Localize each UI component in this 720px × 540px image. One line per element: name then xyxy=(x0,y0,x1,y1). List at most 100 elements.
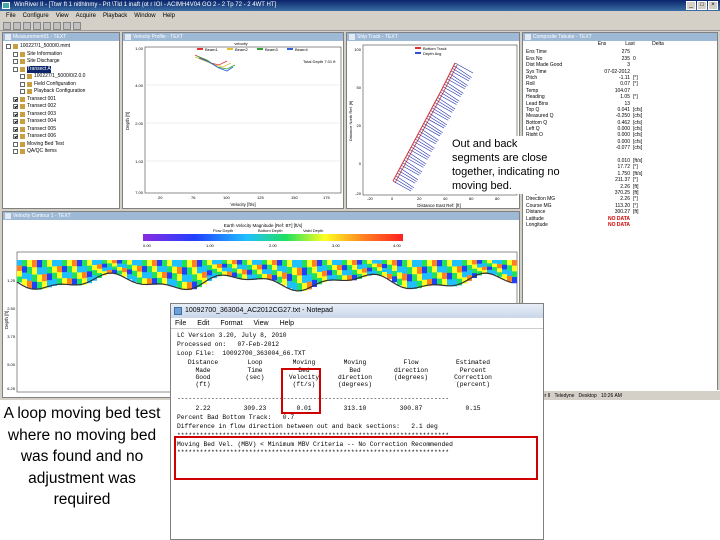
tree-item[interactable]: Transect A xyxy=(6,65,116,73)
menu-file[interactable]: File xyxy=(6,11,16,21)
xtick: 175 xyxy=(323,195,330,200)
tree-item[interactable]: Transect 002 xyxy=(6,103,116,111)
contour-cell xyxy=(307,267,312,275)
tree-item[interactable]: Field Configuration xyxy=(6,81,116,89)
tree-checkbox[interactable] xyxy=(20,81,25,87)
contour-cell xyxy=(222,260,227,265)
contour-cell xyxy=(197,266,202,274)
notepad-menu-file[interactable]: File xyxy=(175,318,186,328)
tree-checkbox[interactable] xyxy=(13,111,18,117)
minimize-button[interactable]: _ xyxy=(686,1,696,10)
taskbar-item[interactable]: Desktop xyxy=(578,391,596,400)
contour-cell xyxy=(152,266,157,273)
tree-item-label: Transect 002 xyxy=(27,103,56,109)
contour-ylabel: Depth [ft] xyxy=(4,311,9,329)
toolbar-open-icon[interactable] xyxy=(13,22,21,30)
notepad-menu-format[interactable]: Format xyxy=(220,318,242,328)
toolbar-save-icon[interactable] xyxy=(23,22,31,30)
contour-cell xyxy=(277,276,282,283)
tree-item[interactable]: Transect 005 xyxy=(6,126,116,134)
tree-item[interactable]: QA/QC Items xyxy=(6,148,116,156)
menu-acquire[interactable]: Acquire xyxy=(76,11,96,21)
contour-cell xyxy=(332,269,337,276)
velocity-profile-plot: velocity Beam1 Beam2 Beam3 Beam4 Total D… xyxy=(125,41,342,207)
contour-cell xyxy=(192,260,197,268)
tree-checkbox[interactable] xyxy=(13,51,18,57)
menu-window[interactable]: Window xyxy=(134,11,155,21)
notepad-menu-view[interactable]: View xyxy=(254,318,269,328)
contour-cell xyxy=(72,260,77,267)
notepad-menu-help[interactable]: Help xyxy=(280,318,294,328)
tree-checkbox[interactable] xyxy=(13,104,18,110)
contour-cell xyxy=(82,266,87,273)
maximize-button[interactable]: □ xyxy=(697,1,707,10)
toolbar-new-icon[interactable] xyxy=(3,22,11,30)
contour-cell xyxy=(407,260,412,268)
contour-cell xyxy=(487,266,492,271)
tree-checkbox[interactable] xyxy=(13,119,18,125)
tree-checkbox[interactable] xyxy=(13,66,18,72)
contour-cell xyxy=(497,260,502,265)
tree-item[interactable]: Transect 006 xyxy=(6,133,116,141)
contour-cell xyxy=(417,260,422,268)
contour-cell xyxy=(512,265,517,272)
menu-help[interactable]: Help xyxy=(163,11,175,21)
tree-checkbox[interactable] xyxy=(20,74,25,80)
contour-cell xyxy=(242,264,247,271)
contour-cell xyxy=(32,274,37,283)
tree-checkbox[interactable] xyxy=(13,141,18,147)
notepad-window: 10092700_363004_AC2012CG27.txt - Notepad… xyxy=(170,303,544,540)
tree-checkbox[interactable] xyxy=(13,59,18,65)
toolbar-zoom-icon[interactable] xyxy=(73,22,81,30)
contour-cell xyxy=(22,272,27,280)
contour-cell xyxy=(47,266,52,274)
contour-cell xyxy=(112,263,117,268)
contour-cell xyxy=(427,272,432,280)
value-loop-time: 309.23 xyxy=(243,405,267,413)
toolbar-forward-icon[interactable] xyxy=(63,22,71,30)
tree-checkbox[interactable] xyxy=(13,96,18,102)
tree-checkbox[interactable] xyxy=(6,44,11,50)
contour-cell xyxy=(307,274,312,283)
menu-playback[interactable]: Playback xyxy=(103,11,127,21)
ship-xlabel: Distance East Ref: [ft] xyxy=(417,203,461,208)
contour-cell xyxy=(322,260,327,266)
contour-cell xyxy=(362,264,367,269)
toolbar-play-icon[interactable] xyxy=(33,22,41,30)
contour-cell xyxy=(507,265,512,272)
contour-cell xyxy=(172,279,177,287)
contour-cell xyxy=(327,265,332,271)
toolbar-back-icon[interactable] xyxy=(53,22,61,30)
notepad-menu-edit[interactable]: Edit xyxy=(197,318,209,328)
xtick: 100 xyxy=(223,195,230,200)
tree-item[interactable]: 100227/1_5000/0.mmt xyxy=(6,43,116,51)
contour-cell xyxy=(297,275,302,284)
menu-view[interactable]: View xyxy=(56,11,69,21)
tree-checkbox[interactable] xyxy=(13,126,18,132)
tree-item[interactable]: Site Information xyxy=(6,51,116,59)
contour-cell xyxy=(172,266,177,274)
tree-item[interactable]: Transect 003 xyxy=(6,111,116,119)
tree-item[interactable]: Transect 004 xyxy=(6,118,116,126)
close-button[interactable]: × xyxy=(708,1,718,10)
plot-frame xyxy=(144,46,342,194)
tree-item[interactable]: Moving Bed Test xyxy=(6,141,116,149)
contour-cell xyxy=(412,267,417,275)
taskbar-item[interactable]: Teledyne xyxy=(554,391,574,400)
contour-cell xyxy=(297,267,302,276)
menu-configure[interactable]: Configure xyxy=(23,11,49,21)
tree-item[interactable]: Site Discharge xyxy=(6,58,116,66)
tree-checkbox[interactable] xyxy=(13,149,18,155)
column-header: Loop Time (sec) xyxy=(245,359,265,381)
tree-checkbox[interactable] xyxy=(20,89,25,95)
folder-icon xyxy=(20,119,25,125)
toolbar-stop-icon[interactable] xyxy=(43,22,51,30)
contour-cell xyxy=(257,260,262,266)
contour-cell xyxy=(467,260,472,266)
tree-item[interactable]: 100227/1_5000/0/2.0.0 xyxy=(6,73,116,81)
tree-item[interactable]: Playback Configuration xyxy=(6,88,116,96)
tree-item[interactable]: Transect 001 xyxy=(6,96,116,104)
contour-pane-title: Velocity Contour 1 - TEXT xyxy=(3,212,519,220)
col-estimated-percent-correction: Estimated Percent Correction (percent) xyxy=(443,359,503,388)
tree-checkbox[interactable] xyxy=(13,134,18,140)
